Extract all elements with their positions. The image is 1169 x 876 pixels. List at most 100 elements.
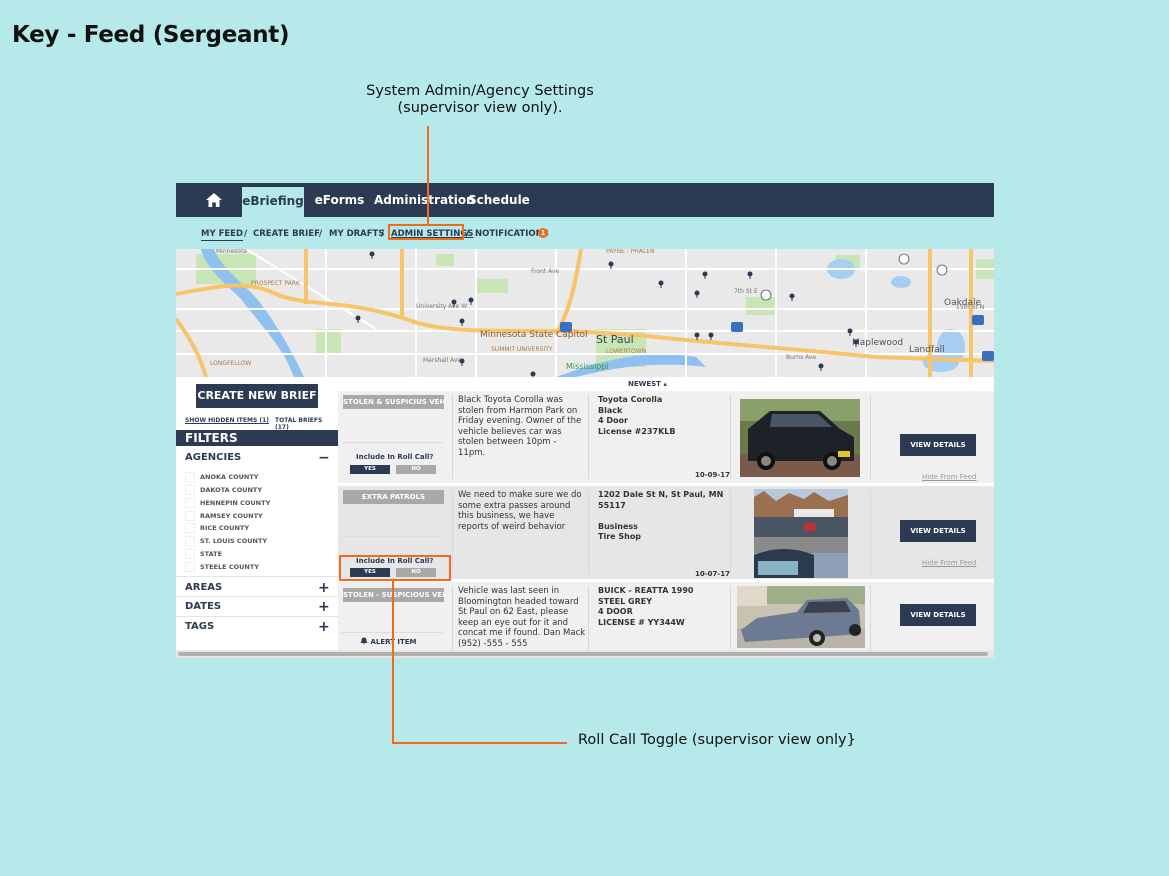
highway-shield	[982, 351, 994, 361]
map-canvas: Minnesota PROSPECT PARK LONGFELLOW Front…	[176, 249, 994, 377]
checkbox[interactable]	[185, 485, 195, 495]
hide-from-feed-link[interactable]: Hide From Feed	[922, 473, 976, 481]
dates-filter-header[interactable]: DATES	[185, 601, 221, 612]
home-icon[interactable]	[206, 193, 222, 207]
map-label: Landfall	[909, 345, 945, 355]
agency-checkbox-item[interactable]: STATE	[185, 549, 222, 559]
feed-card: STOLEN & SUSPICIUS VEHICLE Include In Ro…	[338, 391, 994, 483]
show-hidden-items-link[interactable]: SHOW HIDDEN ITEMS (1)	[185, 417, 269, 424]
nav-my-feed[interactable]: MY FEED	[201, 229, 244, 241]
map-label: PAYNE - PHALEN	[606, 249, 655, 255]
checkbox[interactable]	[185, 498, 195, 508]
tags-filter-header[interactable]: TAGS	[185, 621, 214, 632]
map-label: Minnesota State Capitol	[480, 330, 588, 340]
agency-checkbox-item[interactable]: HENNEPIN COUNTY	[185, 498, 270, 508]
feed-sort-bar: NEWEST ▴	[338, 377, 994, 391]
separator: /	[319, 229, 323, 239]
agency-label: HENNEPIN COUNTY	[200, 499, 271, 507]
view-details-button[interactable]: VIEW DETAILS	[900, 604, 976, 626]
collapse-icon[interactable]: −	[318, 451, 330, 465]
checkbox[interactable]	[185, 549, 195, 559]
hidden-count: (1)	[259, 417, 270, 424]
callout-connector-line	[392, 742, 567, 744]
nav-my-drafts[interactable]: MY DRAFTS	[329, 229, 384, 239]
agency-label: RICE COUNTY	[200, 524, 250, 532]
scrollbar-thumb[interactable]	[178, 652, 988, 656]
checkbox[interactable]	[185, 562, 195, 572]
roll-call-no-button[interactable]: NO	[396, 465, 436, 474]
card-description: Black Toyota Corolla was stolen from Har…	[458, 395, 582, 458]
divider	[452, 490, 453, 575]
expand-icon[interactable]: +	[318, 600, 330, 614]
agency-checkbox-item[interactable]: RICE COUNTY	[185, 523, 249, 533]
agency-checkbox-item[interactable]: STEELE COUNTY	[185, 562, 259, 572]
areas-filter-header[interactable]: AREAS	[185, 582, 222, 593]
divider	[588, 490, 589, 575]
expand-icon[interactable]: +	[318, 581, 330, 595]
lake	[891, 276, 911, 288]
divider	[176, 596, 338, 597]
category-tag: STOLEN & SUSPICIUS VEHICLE	[343, 395, 444, 409]
view-details-button[interactable]: VIEW DETAILS	[900, 434, 976, 456]
detail-line: LICENSE # YY344W	[598, 617, 685, 627]
detail-line: 1202 Dale St N, St Paul, MN	[598, 490, 724, 499]
agency-label: ST. LOUIS COUNTY	[200, 537, 268, 545]
top-navigation: eBriefing eForms Administration Schedule	[176, 183, 994, 217]
nav-create-brief[interactable]: CREATE BRIEF	[253, 229, 320, 239]
separator: /	[244, 229, 248, 239]
map-label: Marshall Ave	[423, 357, 461, 364]
view-details-button[interactable]: VIEW DETAILS	[900, 520, 976, 542]
horizontal-scrollbar[interactable]	[176, 650, 994, 658]
checkbox[interactable]	[185, 472, 195, 482]
tire-shop-street-photo[interactable]	[754, 489, 848, 578]
map-label: 7th St E	[734, 288, 758, 295]
card-date: 10-07-17	[695, 570, 731, 578]
roll-call-toggle-highlight	[339, 555, 451, 581]
incident-map[interactable]: Minnesota PROSPECT PARK LONGFELLOW Front…	[176, 249, 994, 377]
card-date: 10-09-17	[695, 471, 731, 479]
tab-administration[interactable]: Administration	[374, 183, 475, 217]
detail-line: Toyota Corolla	[598, 395, 663, 404]
map-label: LOWERTOWN	[606, 348, 646, 355]
divider	[730, 586, 731, 650]
feed-card: STOLEN - SUSPICIOUS VEHICLE ALERT ITEM V…	[338, 582, 994, 650]
tab-eforms[interactable]: eForms	[312, 183, 367, 217]
agency-checkbox-item[interactable]: DAKOTA COUNTY	[185, 485, 262, 495]
alert-item-toggle[interactable]: ALERT ITEM	[360, 637, 417, 646]
create-new-brief-button[interactable]: CREATE NEW BRIEF	[196, 384, 318, 408]
filters-header: FILTERS	[176, 430, 338, 446]
highway-shield	[731, 322, 743, 332]
tab-schedule[interactable]: Schedule	[468, 183, 530, 217]
agency-checkbox-item[interactable]: ST. LOUIS COUNTY	[185, 536, 267, 546]
state-shield	[898, 253, 910, 265]
grey-buick-reatta-photo[interactable]	[737, 586, 865, 648]
sort-newest-toggle[interactable]: NEWEST ▴	[628, 380, 667, 388]
filters-sidebar: CREATE NEW BRIEF SHOW HIDDEN ITEMS (1) T…	[176, 377, 338, 658]
divider	[452, 395, 453, 479]
hide-from-feed-link[interactable]: Hide From Feed	[922, 559, 976, 567]
tab-ebriefing[interactable]: eBriefing	[242, 187, 304, 217]
divider	[588, 395, 589, 479]
agency-checkbox-item[interactable]: ANOKA COUNTY	[185, 472, 258, 482]
roll-call-label: Include In Roll Call?	[356, 453, 434, 461]
divider	[341, 442, 443, 443]
breadcrumb-nav: MY FEED / CREATE BRIEF / MY DRAFTS / ADM…	[176, 217, 994, 249]
divider	[176, 576, 338, 577]
divider	[730, 395, 731, 479]
park-area	[746, 297, 776, 315]
admin-settings-callout: System Admin/Agency Settings (supervisor…	[340, 83, 620, 117]
divider	[588, 586, 589, 650]
map-label: Front Ave	[531, 268, 559, 275]
callout-connector-line	[392, 581, 394, 743]
checkbox[interactable]	[185, 511, 195, 521]
black-toyota-corolla-photo[interactable]	[740, 399, 860, 477]
park-area	[436, 254, 454, 266]
agencies-filter-header[interactable]: AGENCIES	[185, 452, 241, 463]
page-title: Key - Feed (Sergeant)	[12, 22, 290, 48]
roll-call-yes-button[interactable]: YES	[350, 465, 390, 474]
checkbox[interactable]	[185, 536, 195, 546]
checkbox[interactable]	[185, 523, 195, 533]
expand-icon[interactable]: +	[318, 620, 330, 634]
agency-checkbox-item[interactable]: RAMSEY COUNTY	[185, 511, 263, 521]
agency-label: RAMSEY COUNTY	[200, 512, 263, 520]
